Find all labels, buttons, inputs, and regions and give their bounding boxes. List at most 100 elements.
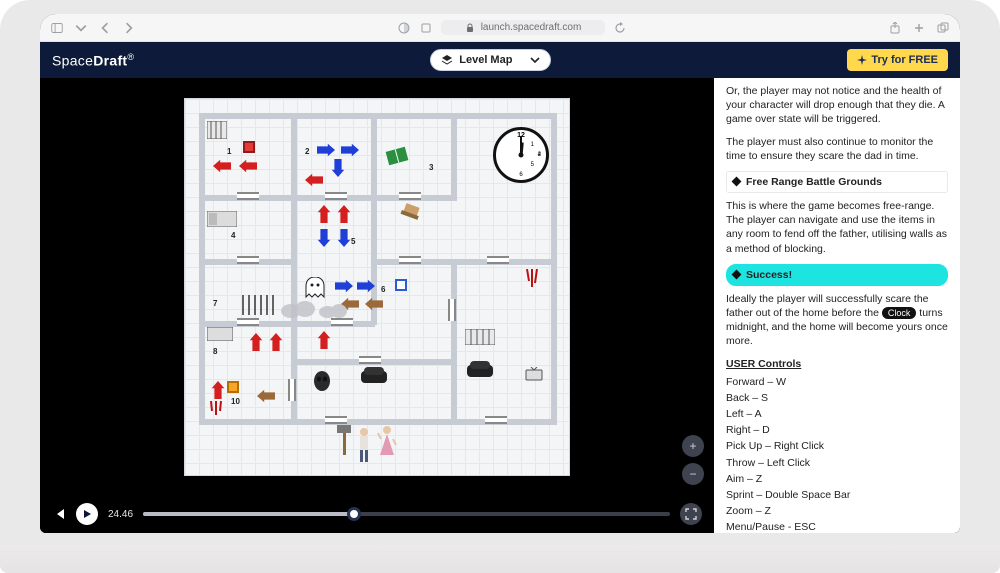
sidebar-toggle-icon[interactable] [50,21,64,35]
cloud-icon [281,299,315,319]
reader-icon[interactable] [419,21,433,35]
control-line: Throw – Left Click [726,456,948,470]
arrow-up-icon [249,333,263,351]
canvas-area: 12 1 2 4 5 6 1 [40,78,714,533]
story-text: Ideally the player will successfully sca… [726,292,948,349]
cloud-icon [319,303,347,319]
refresh-icon[interactable] [613,21,627,35]
arrow-down-icon [337,229,351,247]
arrow-right-icon [335,279,353,293]
arrow-down-icon [317,229,331,247]
arrow-up-icon [211,381,225,399]
room-number: 7 [213,299,217,308]
tabs-icon[interactable] [936,21,950,35]
room-number: 5 [351,237,355,246]
arrow-up-icon [317,331,331,349]
bookshelf-icon [207,121,227,139]
controls-header: USER Controls [726,357,948,371]
bed-icon [207,211,237,227]
arrow-up-icon [317,205,331,223]
try-label: Try for FREE [871,54,938,66]
laptop-frame: launch.spacedraft.com S [0,0,1000,573]
fence-icon [241,293,277,315]
arrow-left-icon [365,297,383,311]
brand-part-b: Draft [93,52,127,68]
timeline-slider[interactable] [143,512,670,516]
level-select-label: Level Map [459,54,512,66]
new-tab-icon[interactable] [912,21,926,35]
arrow-right-icon [341,143,359,157]
person-icon [377,425,397,468]
red-square [243,141,255,153]
slider-thumb[interactable] [347,507,361,521]
arrow-left-icon [257,389,275,403]
forward-icon[interactable] [122,21,136,35]
room-number: 4 [231,231,235,240]
share-icon[interactable] [888,21,902,35]
transport-bar: 24.46 [40,495,714,533]
bookshelf-icon [465,329,495,345]
room-number: 6 [381,285,385,294]
arrow-left-icon [239,159,257,173]
control-line: Pick Up – Right Click [726,439,948,453]
mask-icon [313,371,331,391]
brand-part-a: Space [52,52,93,68]
side-panel: Story Or, the player may not notice and … [714,78,960,533]
blood-icon [525,269,539,295]
app-logo[interactable]: SpaceDraft® [52,52,134,69]
fullscreen-button[interactable] [680,503,702,525]
room-number: 1 [227,147,231,156]
try-for-free-button[interactable]: Try for FREE [847,49,948,71]
zoom-controls: + − [682,435,704,485]
play-button[interactable] [76,503,98,525]
dropdown-icon[interactable] [74,21,88,35]
level-select[interactable]: Level Map [430,49,551,71]
sofa-icon [467,361,493,377]
story-text: Or, the player may not notice and the he… [726,84,948,127]
clock-pill: Clock [882,307,917,319]
arrow-right-icon [357,279,375,293]
section-title: Free Range Battle Grounds [746,175,882,189]
control-line: Menu/Pause - ESC [726,520,948,533]
back-icon[interactable] [98,21,112,35]
arrow-up-icon [337,205,351,223]
sparkle-icon [857,55,867,65]
story-text: This is where the game becomes free-rang… [726,199,948,256]
section-title: Success! [746,268,792,282]
app-header: SpaceDraft® Level Map Try for FREE [40,42,960,78]
laptop-base [0,545,1000,573]
controls-list: Forward – WBack – SLeft – ARight – DPick… [726,375,948,533]
diamond-icon [732,270,742,280]
blood-icon [209,401,223,419]
arrow-up-icon [269,333,283,351]
blue-square [395,279,407,291]
control-line: Zoom – Z [726,504,948,518]
control-line: Aim – Z [726,472,948,486]
section-header-success[interactable]: Success! [726,264,948,286]
tv-icon [525,367,543,381]
skip-back-button[interactable] [52,507,66,521]
zoom-out-button[interactable]: − [682,463,704,485]
arrow-right-icon [317,143,335,157]
floorplan[interactable]: 12 1 2 4 5 6 1 [184,98,570,476]
room-number: 2 [305,147,309,156]
hammer-icon [335,425,353,460]
arrow-left-icon [305,173,323,187]
room-number: 10 [231,397,240,406]
workspace: 12 1 2 4 5 6 1 [40,78,960,533]
section-header[interactable]: Free Range Battle Grounds [726,171,948,193]
canvas[interactable]: 12 1 2 4 5 6 1 [40,78,714,495]
url-text: launch.spacedraft.com [481,22,582,33]
shield-icon[interactable] [397,21,411,35]
url-bar[interactable]: launch.spacedraft.com [441,20,606,35]
browser-chrome: launch.spacedraft.com [40,14,960,42]
control-line: Forward – W [726,375,948,389]
book-icon [386,146,409,165]
screen: launch.spacedraft.com S [40,14,960,533]
arrow-left-icon [213,159,231,173]
zoom-in-button[interactable]: + [682,435,704,457]
diamond-icon [732,177,742,187]
arrow-down-icon [331,159,345,177]
story-text: The player must also continue to monitor… [726,135,948,163]
sofa-icon [361,367,387,383]
